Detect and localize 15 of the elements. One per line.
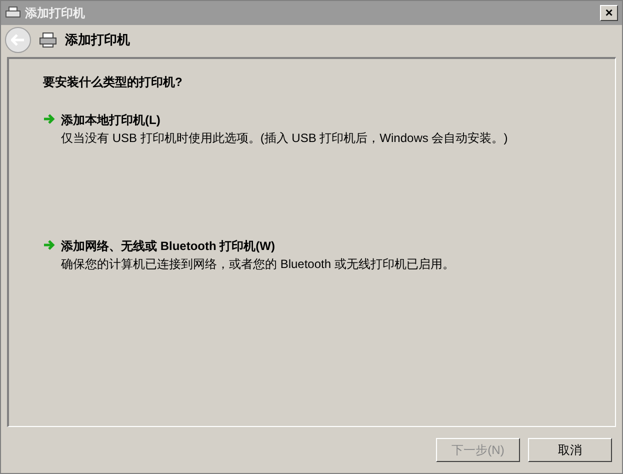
back-button[interactable] [5, 27, 31, 53]
arrow-icon [43, 114, 55, 124]
arrow-icon [43, 240, 55, 250]
printer-icon [5, 6, 21, 20]
option-description: 确保您的计算机已连接到网络，或者您的 Bluetooth 或无线打印机已启用。 [61, 256, 454, 273]
wizard-button[interactable]: 取消 [528, 438, 612, 462]
question-heading: 要安装什么类型的打印机? [43, 74, 184, 91]
option-description: 仅当没有 USB 打印机时使用此选项。(插入 USB 打印机后，Windows 会自动安装。) [61, 130, 508, 147]
wizard-title: 添加打印机 [65, 31, 130, 50]
printer-icon [39, 32, 57, 48]
option-link[interactable]: 添加网络、无线或 Bluetooth 打印机(W) [61, 237, 454, 255]
close-button[interactable]: × [600, 5, 618, 21]
back-arrow-icon [11, 34, 25, 46]
option-link[interactable]: 添加本地打印机(L) [61, 111, 508, 129]
window-title: 添加打印机 [25, 5, 86, 22]
